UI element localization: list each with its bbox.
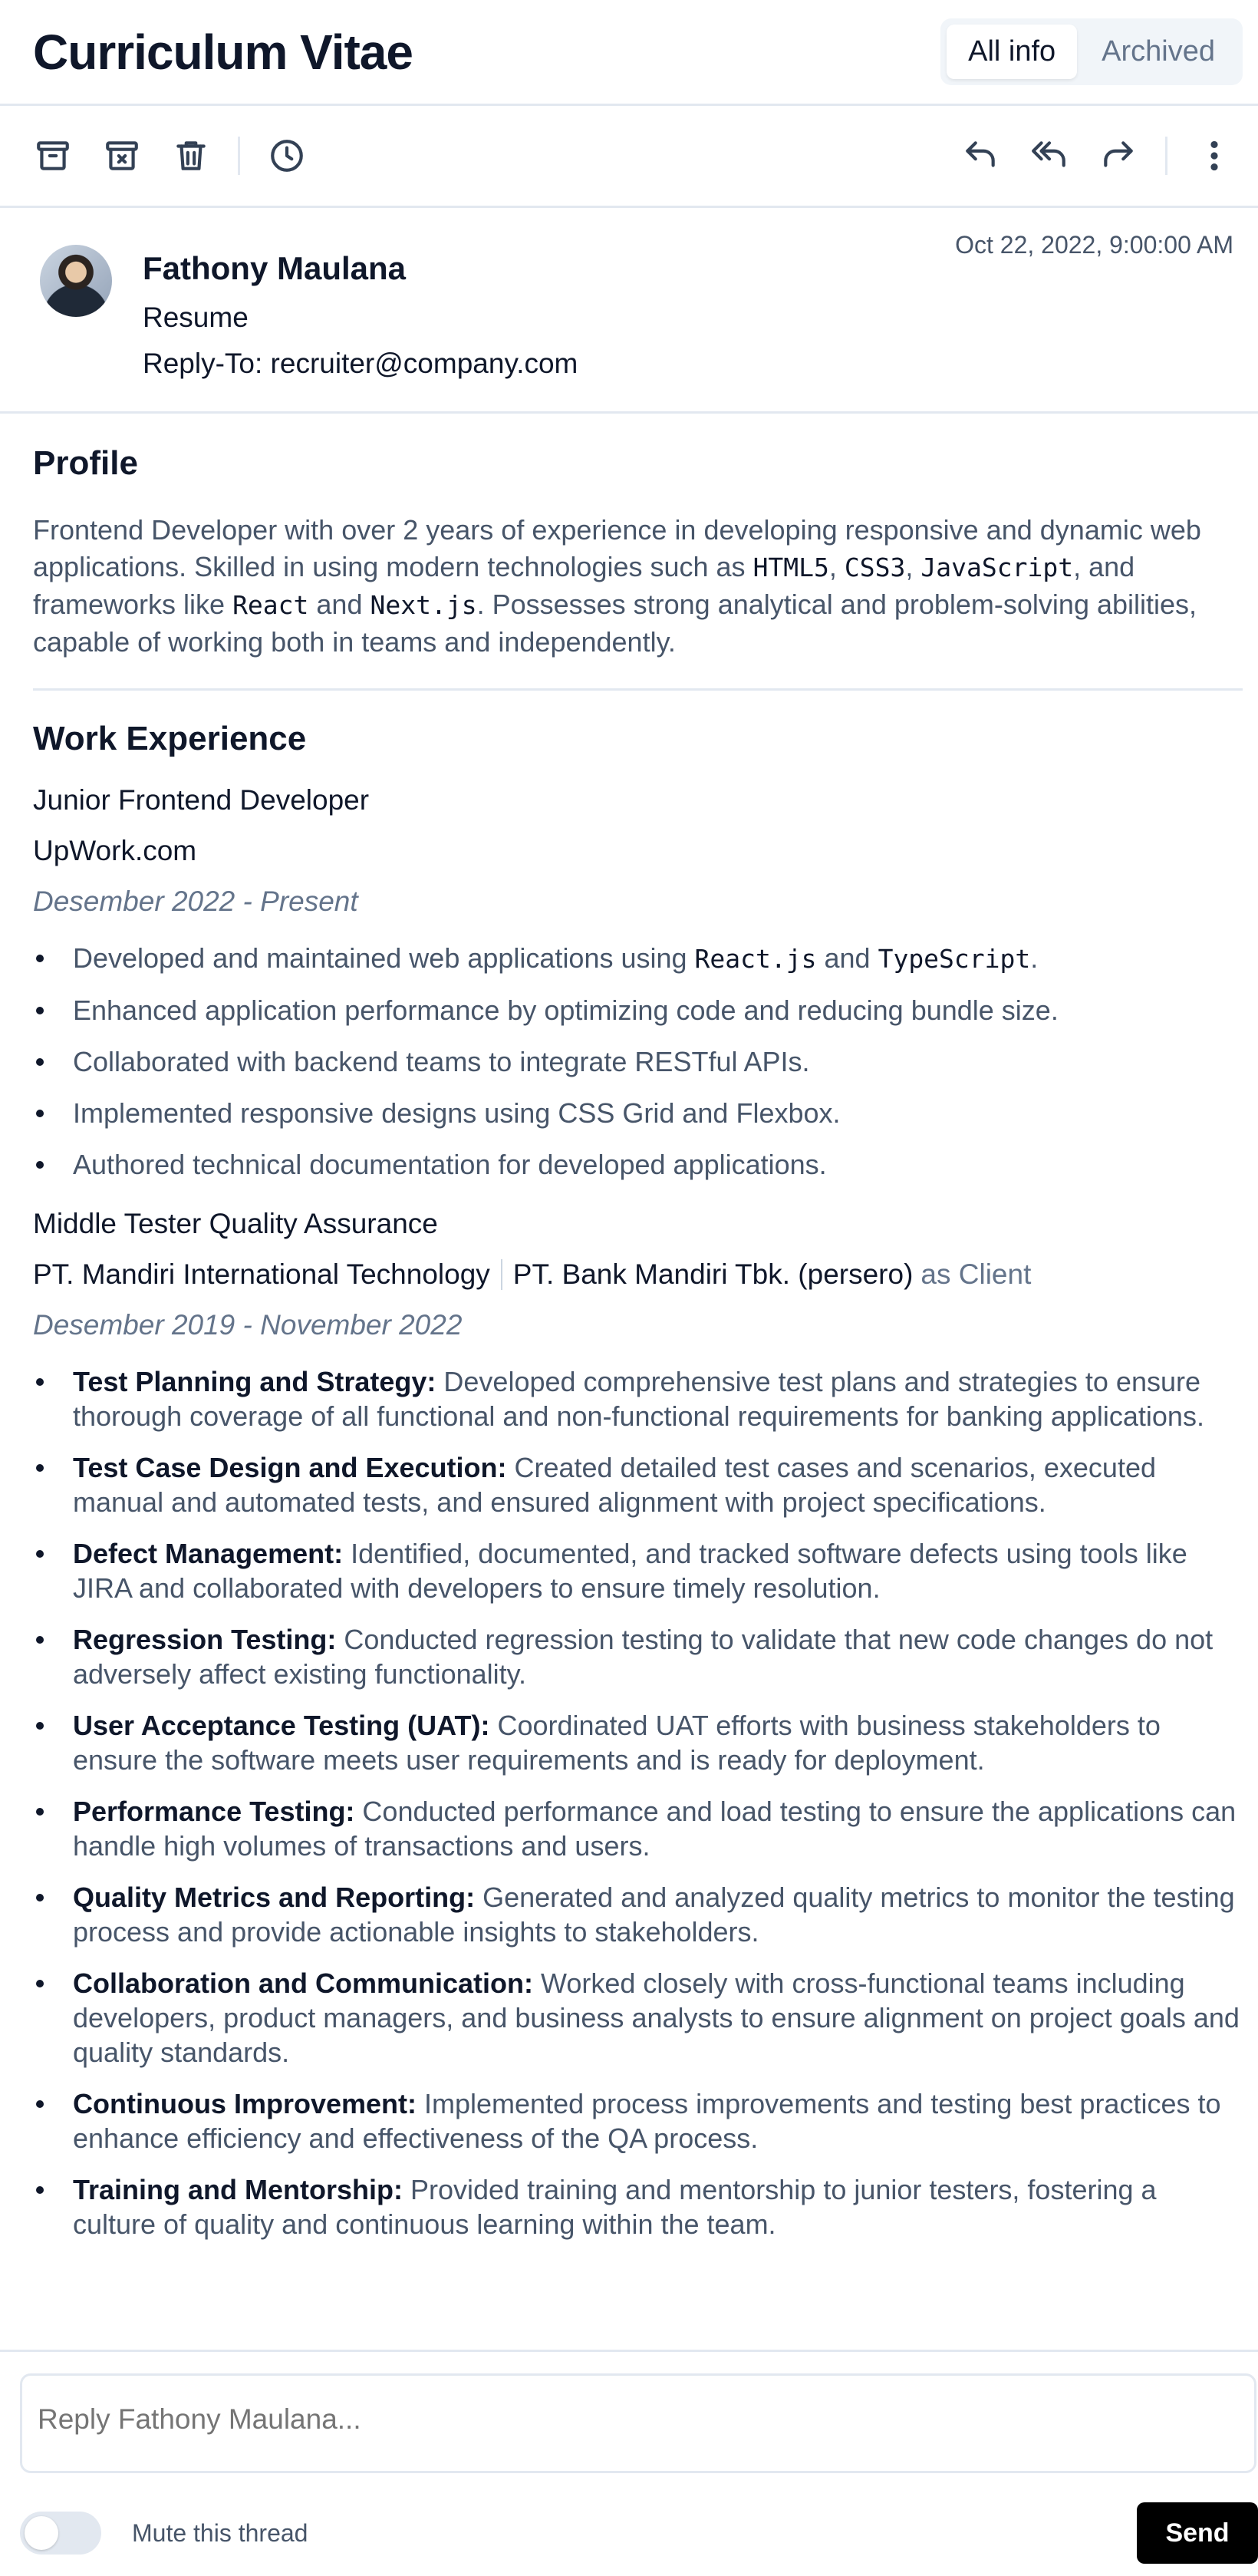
job-bullets: Test Planning and Strategy: Developed co… (33, 1364, 1243, 2241)
toolbar-left (31, 134, 309, 178)
reply-all-button[interactable] (1027, 134, 1072, 178)
company-name: UpWork.com (33, 835, 1243, 867)
reply-input[interactable] (20, 2373, 1256, 2473)
bullet-title: Collaboration and Communication: (73, 1967, 533, 1999)
company-label: PT. Mandiri International Technology (33, 1258, 490, 1290)
mute-control: Mute this thread (20, 2512, 308, 2555)
toolbar-separator (238, 137, 240, 175)
company-separator (500, 1259, 502, 1290)
reply-actions: Mute this thread Send (20, 2502, 1258, 2564)
list-item: Defect Management: Identified, documente… (33, 1536, 1243, 1605)
section-heading: Profile (33, 444, 138, 482)
email-body: Profile Frontend Developer with over 2 y… (0, 414, 1258, 2286)
code-term: TypeScript (878, 944, 1031, 974)
reply-to: Reply-To: recruiter@company.com (143, 348, 578, 379)
job-entry: Middle Tester Quality Assurance PT. Mand… (33, 1208, 1243, 2241)
forward-icon (1104, 141, 1133, 167)
bullet-title: User Acceptance Testing (UAT): (73, 1710, 490, 1741)
reply-footer: Mute this thread Send (0, 2350, 1258, 2564)
more-options-button[interactable] (1192, 134, 1237, 178)
work-section: Work Experience Junior Frontend Develope… (33, 720, 1243, 2286)
forward-button[interactable] (1096, 134, 1141, 178)
delete-button[interactable] (169, 134, 213, 178)
job-period: Desember 2019 - November 2022 (33, 1309, 463, 1341)
client-name: PT. Bank Mandiri Tbk. (persero) (512, 1258, 914, 1290)
bullet-title: Quality Metrics and Reporting: (73, 1882, 476, 1913)
company-name: PT. Mandiri International Technology PT.… (33, 1258, 1243, 1291)
email-date: Oct 22, 2022, 9:00:00 AM (955, 231, 1233, 259)
archive-button[interactable] (31, 134, 75, 178)
sender-name: Fathony Maulana (143, 250, 407, 286)
code-term: JavaScript (920, 552, 1074, 582)
mute-label: Mute this thread (132, 2518, 308, 2547)
code-term: React.js (694, 944, 817, 974)
list-item: Test Planning and Strategy: Developed co… (33, 1364, 1243, 1433)
list-item: Implemented responsive designs using CSS… (33, 1096, 1243, 1130)
bullet-title: Training and Mentorship: (73, 2174, 403, 2205)
tab-all-info[interactable]: All info (947, 25, 1078, 79)
bullet-title: Defect Management: (73, 1538, 344, 1569)
list-item: Developed and maintained web application… (33, 941, 1243, 976)
list-item: Regression Testing: Conducted regression… (33, 1622, 1243, 1691)
job-title: Middle Tester Quality Assurance (33, 1208, 438, 1239)
mute-toggle[interactable] (20, 2512, 101, 2555)
list-item: Authored technical documentation for dev… (33, 1147, 1243, 1182)
more-vertical-icon (1210, 140, 1218, 171)
reply-button[interactable] (958, 134, 1003, 178)
trash-icon (176, 141, 206, 170)
list-item: Continuous Improvement: Implemented proc… (33, 2086, 1243, 2155)
job-period: Desember 2022 - Present (33, 886, 358, 917)
code-term: HTML5 (752, 552, 829, 582)
snooze-button[interactable] (265, 134, 309, 178)
view-tabs: All info Archived (940, 18, 1243, 85)
toolbar-right (958, 134, 1237, 178)
list-item: Performance Testing: Conducted performan… (33, 1794, 1243, 1863)
profile-section: Profile Frontend Developer with over 2 y… (33, 444, 1243, 688)
list-item: Enhanced application performance by opti… (33, 993, 1243, 1027)
bullet-title: Continuous Improvement: (73, 2088, 417, 2119)
code-term: CSS3 (844, 552, 906, 582)
email-subject: Resume (143, 302, 249, 333)
code-term: React (232, 590, 309, 620)
bullet-title: Regression Testing: (73, 1624, 337, 1655)
list-item: Collaboration and Communication: Worked … (33, 1966, 1243, 2070)
send-button[interactable]: Send (1137, 2502, 1258, 2564)
bullet-title: Test Case Design and Execution: (73, 1452, 507, 1483)
bullet-title: Performance Testing: (73, 1796, 355, 1827)
toolbar-separator (1165, 137, 1167, 175)
list-item: Collaborated with backend teams to integ… (33, 1044, 1243, 1079)
list-item: Training and Mentorship: Provided traini… (33, 2172, 1243, 2241)
page-title: Curriculum Vitae (33, 24, 413, 80)
list-item: User Acceptance Testing (UAT): Coordinat… (33, 1708, 1243, 1777)
job-entry: Junior Frontend Developer UpWork.com Des… (33, 784, 1243, 1182)
archive-x-icon (106, 141, 138, 170)
clock-icon (271, 140, 303, 172)
code-term: Next.js (370, 590, 477, 620)
top-bar: Curriculum Vitae All info Archived (0, 0, 1258, 106)
avatar (40, 245, 112, 317)
divider (33, 688, 1243, 691)
company-label: UpWork.com (33, 835, 197, 866)
move-to-junk-button[interactable] (100, 134, 144, 178)
profile-text: Frontend Developer with over 2 years of … (33, 514, 1201, 658)
reply-all-icon (1032, 141, 1065, 167)
sender-info: Fathony Maulana Resume Reply-To: recruit… (143, 252, 578, 411)
email-header: Fathony Maulana Resume Reply-To: recruit… (0, 208, 1258, 414)
reply-icon (966, 141, 995, 167)
tab-archived[interactable]: Archived (1080, 25, 1237, 79)
bullet-title: Test Planning and Strategy: (73, 1366, 436, 1397)
job-title: Junior Frontend Developer (33, 784, 370, 816)
section-heading: Work Experience (33, 720, 307, 757)
job-bullets: Developed and maintained web application… (33, 941, 1243, 1182)
mail-toolbar (0, 106, 1258, 208)
list-item: Quality Metrics and Reporting: Generated… (33, 1880, 1243, 1949)
archive-icon (37, 141, 69, 170)
client-label: as Client (920, 1258, 1032, 1290)
list-item: Test Case Design and Execution: Created … (33, 1450, 1243, 1519)
